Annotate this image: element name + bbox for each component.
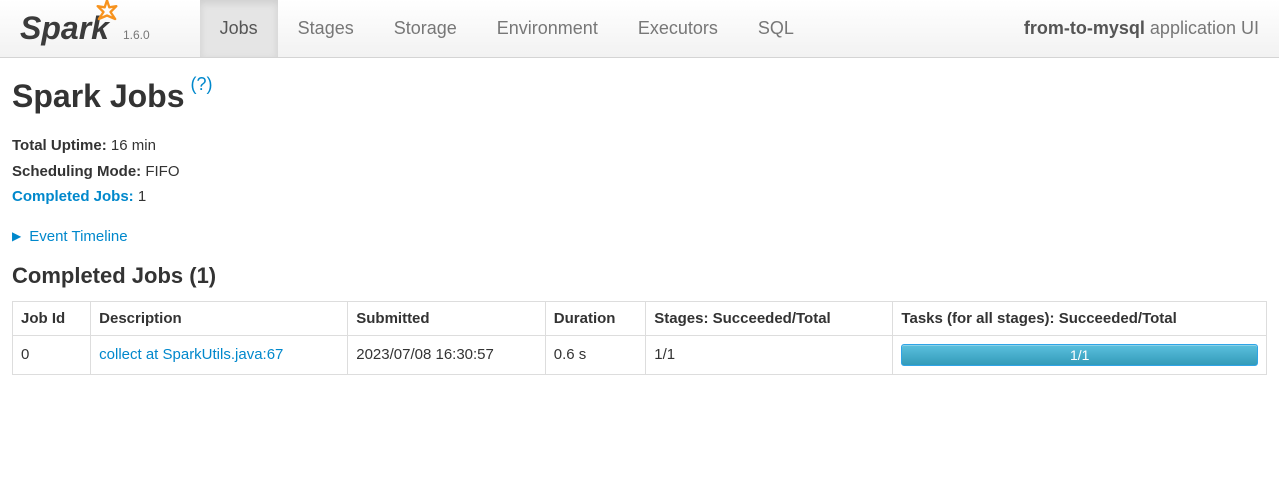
col-stages[interactable]: Stages: Succeeded/Total [646,301,893,335]
table-row: 0 collect at SparkUtils.java:67 2023/07/… [13,335,1267,374]
col-description[interactable]: Description [91,301,348,335]
summary-list: Total Uptime: 16 min Scheduling Mode: FI… [12,133,1267,210]
cell-stages: 1/1 [646,335,893,374]
col-submitted[interactable]: Submitted [348,301,546,335]
job-description-link[interactable]: collect at SparkUtils.java:67 [99,346,283,363]
tasks-progress-bar: 1/1 [901,344,1258,366]
tab-environment[interactable]: Environment [477,0,618,57]
main-content: Spark Jobs (?) Total Uptime: 16 min Sche… [0,58,1279,395]
tab-stages[interactable]: Stages [278,0,374,57]
col-duration[interactable]: Duration [545,301,646,335]
summary-scheduling: Scheduling Mode: FIFO [12,159,1267,185]
cell-description: collect at SparkUtils.java:67 [91,335,348,374]
page-title: Spark Jobs (?) [12,78,1267,115]
tab-sql[interactable]: SQL [738,0,814,57]
cell-duration: 0.6 s [545,335,646,374]
col-tasks[interactable]: Tasks (for all stages): Succeeded/Total [893,301,1267,335]
navbar: Spark 1.6.0 Jobs Stages Storage Environm… [0,0,1279,58]
tab-jobs[interactable]: Jobs [200,0,278,57]
tab-executors[interactable]: Executors [618,0,738,57]
cell-submitted: 2023/07/08 16:30:57 [348,335,546,374]
help-icon[interactable]: (?) [191,74,213,95]
completed-jobs-table: Job Id Description Submitted Duration St… [12,301,1267,375]
app-title: from-to-mysql application UI [1024,18,1259,39]
col-job-id[interactable]: Job Id [13,301,91,335]
event-timeline-toggle[interactable]: ▶ Event Timeline [12,228,1267,245]
brand[interactable]: Spark 1.6.0 [20,10,150,47]
tab-storage[interactable]: Storage [374,0,477,57]
summary-completed: Completed Jobs: 1 [12,184,1267,210]
star-icon [93,0,121,26]
cell-job-id: 0 [13,335,91,374]
caret-right-icon: ▶ [12,229,21,243]
spark-logo: Spark [20,10,117,47]
completed-jobs-link[interactable]: Completed Jobs: [12,188,134,205]
cell-tasks: 1/1 [893,335,1267,374]
nav-tabs: Jobs Stages Storage Environment Executor… [200,0,814,57]
completed-jobs-heading: Completed Jobs (1) [12,263,1267,289]
version-label: 1.6.0 [123,28,150,42]
table-header-row: Job Id Description Submitted Duration St… [13,301,1267,335]
summary-uptime: Total Uptime: 16 min [12,133,1267,159]
